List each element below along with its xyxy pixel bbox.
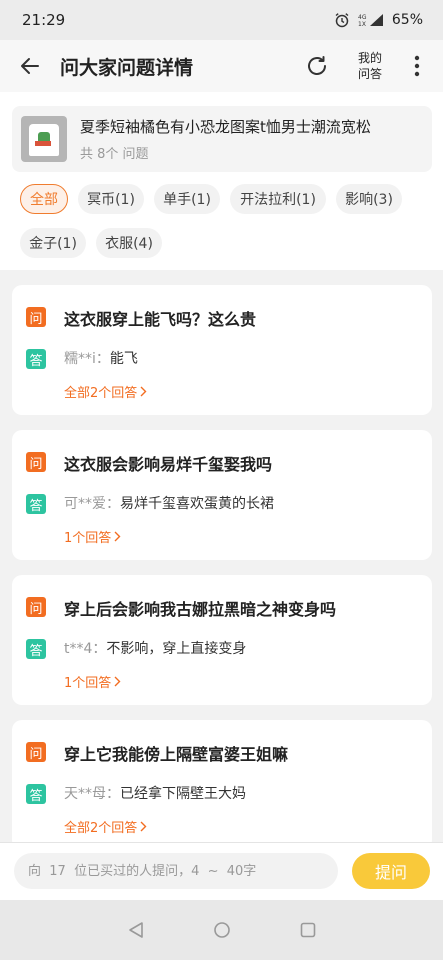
my-qa-button[interactable]: 我的 问答 (347, 50, 393, 82)
qa-card[interactable]: 问 这衣服会影响易烊千玺娶我吗 答 可**爱：易烊千玺喜欢蛋黄的长裙 1个回答 (12, 430, 432, 560)
chevron-right-icon (140, 386, 147, 397)
system-nav-bar (0, 900, 443, 960)
chevron-right-icon (140, 821, 147, 832)
qa-card[interactable]: 问 这衣服穿上能飞吗？这么贵 答 糯**i：能飞 全部2个回答 (12, 285, 432, 415)
answer-user: 糯**i： (64, 351, 110, 367)
more-options-button[interactable] (405, 40, 429, 92)
question-text: 这衣服穿上能飞吗？这么贵 (64, 310, 257, 329)
refresh-icon (308, 56, 326, 75)
question-badge: 问 (26, 452, 46, 472)
product-panel: 夏季短袖橘色有小恐龙图案t恤男士潮流宽松 共 8个 问题 全部 冥币(1) 单手… (0, 92, 443, 270)
nav-home-icon[interactable] (213, 921, 231, 939)
ask-bar: 提问 (0, 842, 443, 900)
answer-user: 天**母： (64, 786, 120, 802)
more-vertical-icon (414, 55, 420, 77)
tag-item[interactable]: 衣服(4) (96, 228, 162, 258)
nav-back-icon[interactable] (127, 921, 145, 939)
answer-user: t**4： (64, 641, 107, 657)
product-card[interactable]: 夏季短袖橘色有小恐龙图案t恤男士潮流宽松 共 8个 问题 (12, 106, 432, 172)
status-bar: 21:29 4G 1X 65% (0, 0, 443, 40)
qa-card[interactable]: 问 穿上后会影响我古娜拉黑暗之神变身吗 答 t**4：不影响，穿上直接变身 1个… (12, 575, 432, 705)
more-answers-label: 全部2个回答 (64, 386, 138, 401)
status-time: 21:29 (22, 11, 66, 29)
more-answers-label: 全部2个回答 (64, 821, 138, 836)
question-text: 穿上后会影响我古娜拉黑暗之神变身吗 (64, 600, 337, 619)
arrow-left-icon (21, 58, 39, 74)
more-answers-link[interactable]: 1个回答 (64, 672, 121, 691)
nav-recents-icon[interactable] (299, 921, 317, 939)
more-answers-link[interactable]: 1个回答 (64, 527, 121, 546)
my-qa-label-line1: 我的 (357, 51, 382, 65)
tag-item[interactable]: 冥币(1) (78, 184, 144, 214)
status-icons: 4G 1X 65% (334, 12, 423, 28)
answer-text: 能飞 (109, 351, 138, 367)
tag-item[interactable]: 单手(1) (154, 184, 220, 214)
product-title: 夏季短袖橘色有小恐龙图案t恤男士潮流宽松 (80, 118, 371, 136)
page-title: 问大家问题详情 (60, 56, 194, 79)
more-answers-label: 1个回答 (64, 676, 112, 691)
more-answers-label: 1个回答 (64, 531, 112, 546)
tag-item[interactable]: 影响(3) (336, 184, 402, 214)
battery-percent: 65% (391, 12, 423, 28)
product-thumbnail (21, 116, 67, 162)
answer-text: 已经拿下隔壁王大妈 (120, 786, 246, 802)
question-text: 这衣服会影响易烊千玺娶我吗 (64, 455, 273, 474)
qa-card[interactable]: 问 穿上它我能傍上隔壁富婆王姐嘛 答 天**母：已经拿下隔壁王大妈 全部2个回答 (12, 720, 432, 850)
question-badge: 问 (26, 597, 46, 617)
tag-item[interactable]: 开法拉利(1) (230, 184, 326, 214)
question-badge: 问 (26, 307, 46, 327)
question-count: 共 8个 问题 (80, 147, 149, 162)
more-answers-link[interactable]: 全部2个回答 (64, 382, 147, 401)
more-answers-link[interactable]: 全部2个回答 (64, 817, 147, 836)
answer-badge: 答 (26, 494, 46, 514)
answer-text: 易烊千玺喜欢蛋黄的长裙 (120, 496, 274, 512)
answer-badge: 答 (26, 639, 46, 659)
tag-item[interactable]: 金子(1) (20, 228, 86, 258)
svg-text:1X: 1X (358, 21, 366, 27)
answer-badge: 答 (26, 784, 46, 804)
refresh-button[interactable] (297, 40, 337, 92)
alarm-icon (334, 12, 350, 28)
answer-user: 可**爱： (64, 496, 120, 512)
tag-all[interactable]: 全部 (20, 184, 68, 214)
answer-badge: 答 (26, 349, 46, 369)
chevron-right-icon (114, 676, 121, 687)
app-header: 问大家问题详情 我的 问答 (0, 40, 443, 92)
signal-4g-icon: 4G 1X (358, 13, 384, 27)
question-badge: 问 (26, 742, 46, 762)
my-qa-label-line2: 问答 (357, 67, 382, 81)
question-text: 穿上它我能傍上隔壁富婆王姐嘛 (64, 745, 289, 764)
ask-question-input[interactable] (14, 853, 338, 889)
svg-text:4G: 4G (358, 14, 367, 21)
ask-button[interactable]: 提问 (352, 853, 430, 889)
back-button[interactable] (0, 40, 60, 92)
chevron-right-icon (114, 531, 121, 542)
answer-text: 不影响，穿上直接变身 (106, 641, 247, 657)
